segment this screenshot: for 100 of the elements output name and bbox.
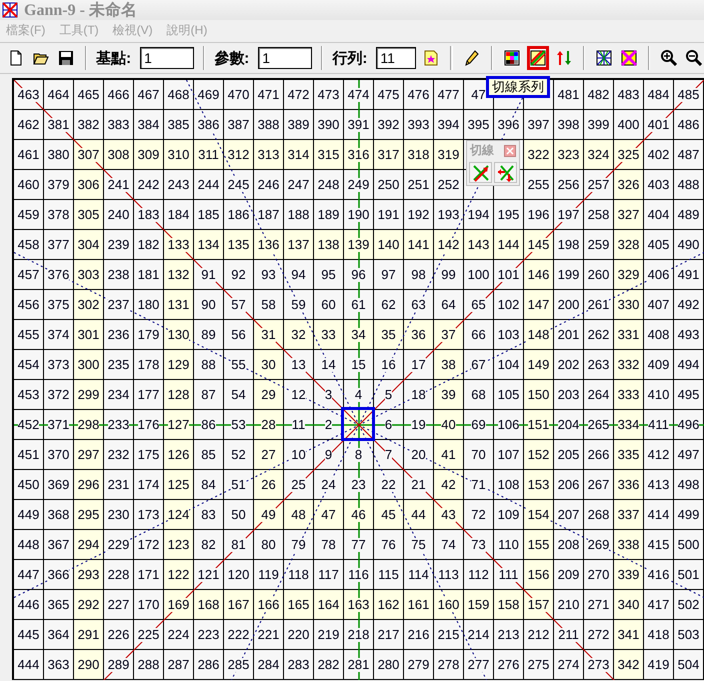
grid-cell: 189 <box>314 200 344 230</box>
grid-cell: 199 <box>554 260 584 290</box>
grid-cell: 64 <box>434 290 464 320</box>
grid-cell: 222 <box>224 620 254 650</box>
grid-cell: 26 <box>254 470 284 500</box>
grid-cell: 394 <box>434 110 464 140</box>
grid-cell: 398 <box>554 110 584 140</box>
grid-cell: 203 <box>554 380 584 410</box>
grid-cell: 238 <box>104 260 134 290</box>
grid-cell: 221 <box>254 620 284 650</box>
cross-lines-icon[interactable] <box>526 46 549 70</box>
grid-cell: 287 <box>164 650 194 680</box>
grid-cell: 367 <box>44 530 74 560</box>
grid-cell: 405 <box>644 230 674 260</box>
grid-cell: 284 <box>254 650 284 680</box>
input-field[interactable]: 1 <box>140 47 194 69</box>
grid-cell: 105 <box>494 380 524 410</box>
grid-cell: 223 <box>194 620 224 650</box>
grid-cell: 298 <box>74 410 104 440</box>
grid-cell: 24 <box>314 470 344 500</box>
grid-cell: 418 <box>644 620 674 650</box>
grid-cell: 56 <box>224 320 254 350</box>
grid-cell: 322 <box>524 140 554 170</box>
grid-cell: 213 <box>494 620 524 650</box>
grid-cell: 289 <box>104 650 134 680</box>
grid-cell: 453 <box>14 380 44 410</box>
grid-cell: 111 <box>494 560 524 590</box>
field-label: 行列: <box>332 48 368 68</box>
grid-cell: 462 <box>14 110 44 140</box>
grid-cell: 446 <box>14 590 44 620</box>
input-field[interactable]: 11 <box>376 47 416 69</box>
grid-cell: 104 <box>494 350 524 380</box>
grid-cell: 129 <box>164 350 194 380</box>
grid-cell: 70 <box>464 440 494 470</box>
grid-cell: 389 <box>284 110 314 140</box>
grid-cell: 266 <box>584 440 614 470</box>
grid-cell: 174 <box>134 470 164 500</box>
grid-cell: 118 <box>284 560 314 590</box>
grid-cell: 403 <box>644 170 674 200</box>
grid-cell: 459 <box>14 200 44 230</box>
grid-cell: 319 <box>434 140 464 170</box>
grid-cell: 133 <box>164 230 194 260</box>
grid-cell: 145 <box>524 230 554 260</box>
grid-cell: 126 <box>164 440 194 470</box>
input-field[interactable]: 1 <box>258 47 312 69</box>
grid-cell: 130 <box>164 320 194 350</box>
grid-cell: 167 <box>224 590 254 620</box>
grid-cell: 33 <box>314 320 344 350</box>
grid-cell: 11 <box>284 410 314 440</box>
grid-cell: 91 <box>194 260 224 290</box>
grid-cell: 55 <box>224 350 254 380</box>
grid-cell: 255 <box>524 170 554 200</box>
grid-cell: 95 <box>314 260 344 290</box>
grid-cell: 29 <box>254 380 284 410</box>
grid-cell: 101 <box>494 260 524 290</box>
grid-cell: 181 <box>134 260 164 290</box>
grid-cell: 481 <box>554 80 584 110</box>
grid-cell: 47 <box>314 500 344 530</box>
grid-cell: 92 <box>224 260 254 290</box>
grid-cell: 372 <box>44 380 74 410</box>
grid-cell: 328 <box>614 230 644 260</box>
grid-cell: 116 <box>344 560 374 590</box>
grid-cell: 497 <box>674 440 704 470</box>
grid-cell: 476 <box>404 80 434 110</box>
grid-cell: 139 <box>344 230 374 260</box>
grid-cell: 461 <box>14 140 44 170</box>
grid-cell: 286 <box>194 650 224 680</box>
grid-cell: 67 <box>464 350 494 380</box>
grid-cell: 294 <box>74 530 104 560</box>
grid-cell: 285 <box>224 650 254 680</box>
grid-cell: 278 <box>434 650 464 680</box>
grid-cell: 323 <box>554 140 584 170</box>
grid-cell: 108 <box>494 470 524 500</box>
grid-cell: 216 <box>404 620 434 650</box>
grid-cell: 307 <box>74 140 104 170</box>
grid-cell: 210 <box>554 590 584 620</box>
grid-cell: 464 <box>44 80 74 110</box>
grid-cell: 415 <box>644 530 674 560</box>
window-title: Gann-9 - 未命名 <box>24 0 137 20</box>
close-icon[interactable] <box>504 144 516 156</box>
grid-cell: 261 <box>584 290 614 320</box>
grid-cell: 458 <box>14 230 44 260</box>
grid-cell: 61 <box>344 290 374 320</box>
grid-cell: 297 <box>74 440 104 470</box>
grid-cell: 230 <box>104 500 134 530</box>
grid-cell: 148 <box>524 320 554 350</box>
grid-cell: 380 <box>44 140 74 170</box>
grid-cell: 146 <box>524 260 554 290</box>
grid-cell: 149 <box>524 350 554 380</box>
grid-cell: 50 <box>224 500 254 530</box>
grid-cell: 232 <box>104 440 134 470</box>
grid-cell: 40 <box>434 410 464 440</box>
grid-cell: 218 <box>344 620 374 650</box>
grid-cell: 76 <box>374 530 404 560</box>
grid-cell: 135 <box>224 230 254 260</box>
grid-cell: 304 <box>74 230 104 260</box>
grid-cell: 13 <box>284 350 314 380</box>
grid-cell: 45 <box>374 500 404 530</box>
grid-cell: 302 <box>74 290 104 320</box>
grid-cell: 496 <box>674 410 704 440</box>
